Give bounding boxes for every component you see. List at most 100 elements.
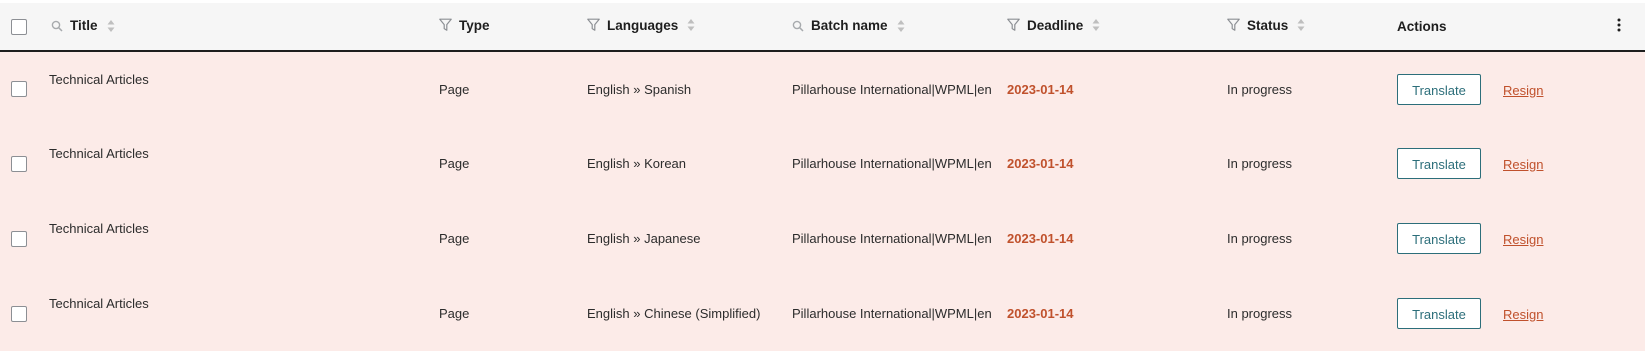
column-status-label: Status (1247, 17, 1289, 33)
row-select-cell (0, 201, 48, 276)
column-header-batch-name[interactable]: Batch name (792, 3, 1007, 51)
row-actions: Translate Resign (1397, 51, 1597, 126)
more-vertical-icon[interactable] (1617, 18, 1621, 32)
resign-link[interactable]: Resign (1503, 83, 1543, 98)
job-deadline: 2023-01-14 (1007, 81, 1074, 97)
row-status: In progress (1227, 51, 1397, 126)
job-status: In progress (1227, 231, 1293, 246)
job-deadline: 2023-01-14 (1007, 306, 1074, 321)
row-deadline: 2023-01-14 (1007, 276, 1227, 351)
row-deadline: 2023-01-14 (1007, 126, 1227, 201)
sort-arrows-icon[interactable] (897, 19, 905, 33)
column-languages-label: Languages (607, 17, 679, 33)
job-batch-name: Pillarhouse International|WPML|en (792, 156, 992, 171)
row-type: Page (439, 126, 587, 201)
row-status: In progress (1227, 126, 1397, 201)
row-actions: Translate Resign (1397, 276, 1597, 351)
column-header-title[interactable]: Title (48, 3, 439, 51)
sort-arrows-icon[interactable] (687, 18, 695, 32)
job-batch-name: Pillarhouse International|WPML|en (792, 231, 992, 246)
table-row: Technical Articles Page English » Spanish P… (0, 51, 1645, 126)
resign-link[interactable]: Resign (1503, 307, 1543, 322)
job-title: Technical Articles (49, 72, 149, 87)
filter-icon[interactable] (587, 18, 600, 32)
job-languages: English » Spanish (587, 81, 692, 97)
job-languages: English » Japanese (587, 231, 701, 246)
select-all-checkbox[interactable] (11, 18, 27, 35)
job-status: In progress (1227, 306, 1293, 321)
row-select-cell (0, 276, 48, 351)
row-select-cell (0, 51, 48, 126)
row-spacer (1597, 201, 1645, 276)
column-header-deadline[interactable]: Deadline (1007, 3, 1227, 51)
row-languages: English » Japanese (587, 201, 792, 276)
job-deadline: 2023-01-14 (1007, 231, 1074, 246)
row-type: Page (439, 51, 587, 126)
translation-jobs-page: Title Type Languages Batch name Deadline… (0, 0, 1645, 360)
resign-link[interactable]: Resign (1503, 232, 1543, 247)
job-title: Technical Articles (49, 221, 149, 236)
row-select-cell (0, 126, 48, 201)
sort-arrows-icon[interactable] (107, 19, 115, 33)
sort-arrows-icon[interactable] (1297, 18, 1305, 32)
select-all-cell (0, 3, 48, 51)
job-languages: English » Korean (587, 156, 687, 171)
search-icon[interactable] (792, 20, 804, 32)
row-checkbox[interactable] (11, 230, 27, 247)
row-actions: Translate Resign (1397, 201, 1597, 276)
translate-button[interactable]: Translate (1397, 223, 1481, 254)
row-type: Page (439, 201, 587, 276)
row-checkbox[interactable] (11, 81, 27, 98)
job-status: In progress (1227, 156, 1293, 171)
job-batch-name: Pillarhouse International|WPML|en (792, 81, 992, 97)
row-deadline: 2023-01-14 (1007, 201, 1227, 276)
filter-icon[interactable] (1007, 18, 1020, 32)
row-batch-name: Pillarhouse International|WPML|en (792, 276, 1007, 351)
row-batch-name: Pillarhouse International|WPML|en (792, 126, 1007, 201)
translate-button[interactable]: Translate (1397, 298, 1481, 329)
table-body: Technical Articles Page English » Spanish P… (0, 51, 1645, 351)
filter-icon[interactable] (1227, 18, 1240, 32)
job-type: Page (439, 81, 470, 97)
row-languages: English » Chinese (Simplified) (587, 276, 792, 351)
column-type-label: Type (459, 17, 490, 33)
column-title-label: Title (70, 18, 98, 34)
translate-button[interactable]: Translate (1397, 73, 1481, 105)
column-header-type[interactable]: Type (439, 3, 587, 51)
row-languages: English » Korean (587, 126, 792, 201)
job-languages: English » Chinese (Simplified) (587, 306, 761, 321)
job-title: Technical Articles (49, 146, 149, 161)
row-languages: English » Spanish (587, 51, 792, 126)
row-spacer (1597, 276, 1645, 351)
filter-icon[interactable] (439, 18, 452, 32)
job-type: Page (439, 306, 470, 321)
row-type: Page (439, 276, 587, 351)
more-options-cell (1597, 3, 1645, 51)
job-type: Page (439, 231, 470, 246)
row-checkbox[interactable] (11, 155, 27, 172)
job-deadline: 2023-01-14 (1007, 156, 1074, 171)
table-header-row: Title Type Languages Batch name Deadline… (0, 3, 1645, 51)
row-spacer (1597, 51, 1645, 126)
row-title: Technical Articles (48, 276, 439, 351)
row-batch-name: Pillarhouse International|WPML|en (792, 201, 1007, 276)
row-checkbox[interactable] (11, 305, 27, 322)
column-batch-name-label: Batch name (811, 18, 888, 34)
job-type: Page (439, 156, 470, 171)
table-row: Technical Articles Page English » Japanese… (0, 201, 1645, 276)
row-actions: Translate Resign (1397, 126, 1597, 201)
column-header-languages[interactable]: Languages (587, 3, 792, 51)
row-title: Technical Articles (48, 126, 439, 201)
row-title: Technical Articles (48, 51, 439, 126)
column-deadline-label: Deadline (1027, 17, 1084, 33)
translate-button[interactable]: Translate (1397, 148, 1481, 179)
table-row: Technical Articles Page English » Korean Pi… (0, 126, 1645, 201)
job-status: In progress (1227, 81, 1293, 97)
sort-arrows-icon[interactable] (1092, 18, 1100, 32)
column-header-status[interactable]: Status (1227, 3, 1397, 51)
resign-link[interactable]: Resign (1503, 157, 1543, 172)
job-title: Technical Articles (49, 296, 149, 311)
row-status: In progress (1227, 276, 1397, 351)
search-icon[interactable] (51, 20, 63, 32)
translation-jobs-table: Title Type Languages Batch name Deadline… (0, 3, 1645, 351)
